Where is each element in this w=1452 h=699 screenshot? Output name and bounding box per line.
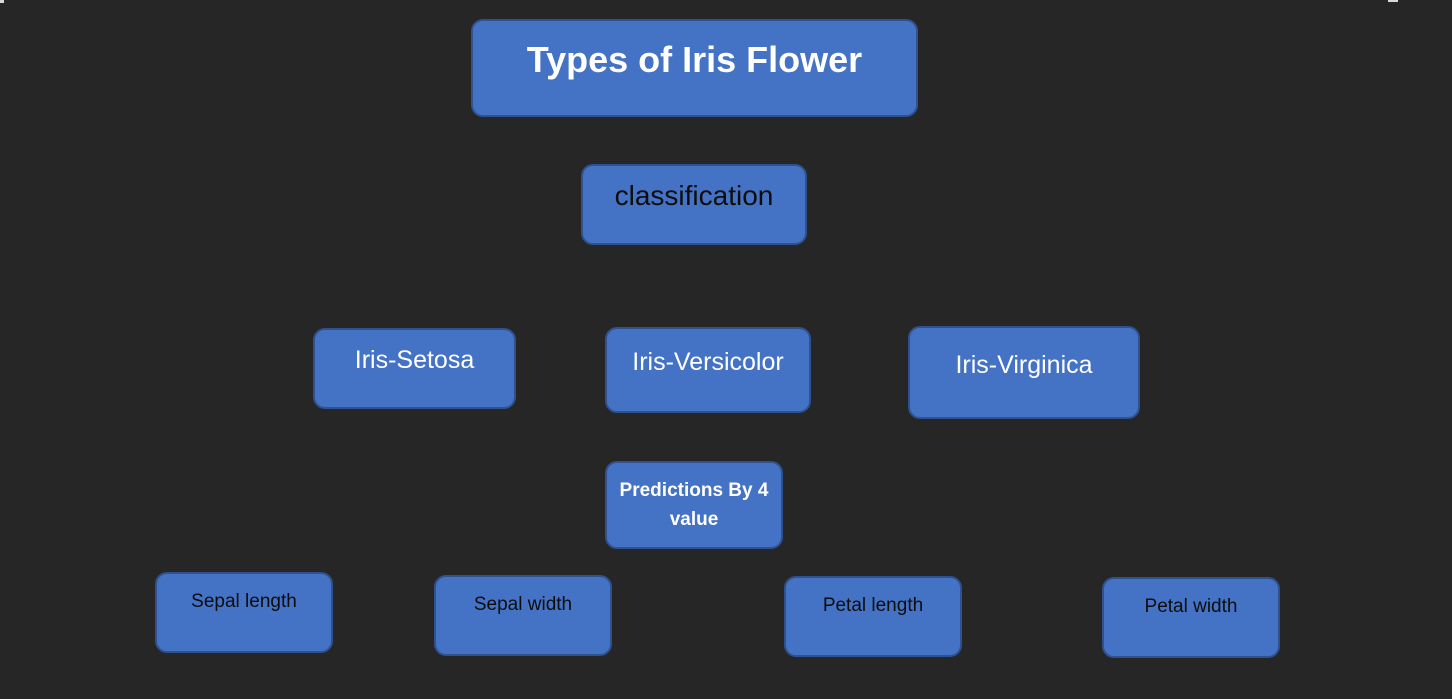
species-label: Iris-Versicolor <box>632 348 784 376</box>
feature-label: Sepal width <box>473 594 573 615</box>
species-node-setosa: Iris-Setosa <box>313 328 516 409</box>
feature-label: Petal length <box>822 595 924 616</box>
species-label: Iris-Setosa <box>354 346 475 374</box>
feature-label: Sepal length <box>191 591 297 612</box>
title-label: Types of Iris Flower <box>526 39 863 80</box>
species-label: Iris-Virginica <box>955 351 1093 379</box>
title-node: Types of Iris Flower <box>471 19 918 117</box>
classification-label: classification <box>614 180 774 211</box>
feature-node-petal-width: Petal width <box>1102 577 1280 658</box>
species-node-virginica: Iris-Virginica <box>908 326 1140 419</box>
feature-node-sepal-length: Sepal length <box>155 572 333 653</box>
feature-label: Petal width <box>1144 596 1238 617</box>
feature-node-petal-length: Petal length <box>784 576 962 657</box>
diagram-canvas: Types of Iris Flower classification Iris… <box>0 0 1452 699</box>
prediction-label: Predictions By 4 value <box>619 480 769 530</box>
species-node-versicolor: Iris-Versicolor <box>605 327 811 413</box>
classification-node: classification <box>581 164 807 245</box>
corner-marker <box>0 0 4 3</box>
feature-node-sepal-width: Sepal width <box>434 575 612 656</box>
corner-marker <box>1388 0 1398 2</box>
prediction-node: Predictions By 4 value <box>605 461 783 549</box>
